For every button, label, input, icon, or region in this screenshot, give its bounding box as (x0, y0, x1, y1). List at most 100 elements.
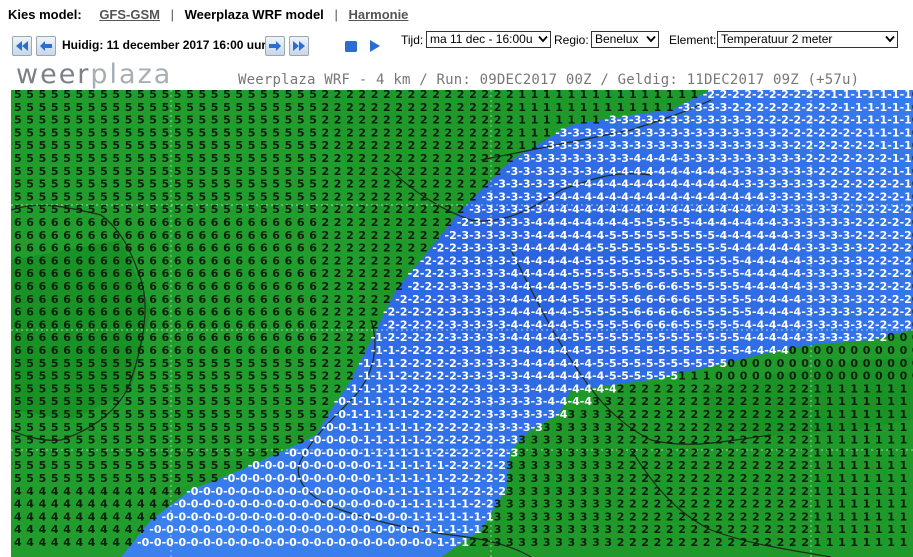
model-link-weerplaza-wrf[interactable]: Weerplaza WRF model (185, 7, 324, 22)
temperature-value: 0 (887, 344, 895, 357)
temperature-value: 5 (211, 357, 219, 370)
temperature-value: 6 (137, 293, 145, 306)
element-select[interactable]: Temperatuur 2 meter (717, 31, 898, 48)
temperature-value: 2 (358, 114, 366, 127)
temperature-value: 5 (285, 90, 293, 101)
temperature-value: 1 (543, 101, 551, 114)
temperature-value: 1 (875, 446, 883, 459)
next-frame-button[interactable] (265, 36, 285, 56)
temperature-value: -3 (445, 331, 457, 344)
temperature-value: 5 (272, 395, 280, 408)
temperature-value: 2 (740, 459, 748, 472)
temperature-value: 2 (395, 280, 403, 293)
temperature-value: -0 (358, 459, 371, 472)
play-button[interactable] (366, 38, 382, 54)
temperature-value: 5 (211, 370, 219, 383)
temperature-value: 5 (235, 434, 243, 447)
temperature-value: -1 (900, 101, 912, 114)
temperature-value: 5 (14, 101, 22, 114)
temperature-value: 5 (76, 90, 84, 101)
temperature-value: 5 (186, 446, 194, 459)
temperature-value: 2 (617, 472, 625, 485)
first-frame-button[interactable] (12, 36, 32, 56)
temperature-value: 4 (26, 498, 34, 511)
temperature-value: 2 (371, 254, 379, 267)
temperature-value: 5 (285, 434, 293, 447)
temperature-value: -3 (506, 344, 518, 357)
temperature-value: -4 (592, 229, 605, 242)
model-link-gfs-gsm[interactable]: GFS-GSM (99, 7, 160, 22)
stop-button[interactable] (343, 38, 359, 54)
temperature-value: 2 (469, 165, 477, 178)
temperature-value: 4 (88, 485, 96, 498)
temperature-value: 2 (715, 421, 723, 434)
temperature-value: 5 (186, 203, 194, 216)
temperature-value: -3 (506, 395, 518, 408)
temperature-value: 2 (764, 536, 772, 549)
temperature-value: -3 (654, 139, 666, 152)
temperature-value: -0 (322, 536, 335, 549)
temperature-value: 2 (678, 395, 686, 408)
temperature-value: -3 (814, 229, 826, 242)
temperature-value: -3 (481, 280, 493, 293)
temperature-map[interactable]: 5555555555555555555555555222222222222222… (11, 90, 913, 557)
temperature-value: 6 (297, 293, 305, 306)
temperature-value: -2 (432, 344, 444, 357)
time-select[interactable]: ma 11 dec - 16:00u (426, 31, 551, 48)
previous-frame-button[interactable] (36, 36, 56, 56)
temperature-value: 5 (223, 370, 231, 383)
temperature-value: 6 (223, 306, 231, 319)
temperature-value: -2 (887, 280, 899, 293)
temperature-value: 6 (309, 293, 317, 306)
temperature-value: -3 (826, 190, 838, 203)
temperature-value: 5 (248, 408, 256, 421)
temperature-value: -4 (555, 357, 568, 370)
temperature-value: -5 (641, 242, 653, 255)
temperature-value: 4 (149, 498, 157, 511)
temperature-value: 5 (174, 472, 182, 485)
temperature-value: -5 (715, 242, 727, 255)
temperature-value: 3 (506, 485, 514, 498)
temperature-value: 2 (777, 485, 785, 498)
temperature-value: 0 (764, 370, 772, 383)
temperature-value: 2 (469, 190, 477, 203)
temperature-value: 6 (260, 254, 268, 267)
temperature-value: -3 (494, 382, 506, 395)
temperature-value: -4 (678, 203, 691, 216)
temperature-value: 2 (334, 101, 342, 114)
temperature-value: -0 (285, 459, 298, 472)
temperature-value: 5 (260, 101, 268, 114)
temperature-value: -3 (592, 139, 604, 152)
temperature-value: 6 (112, 242, 120, 255)
temperature-value: 5 (51, 459, 59, 472)
temperature-value: 5 (297, 178, 305, 191)
temperature-value: -4 (580, 229, 593, 242)
temperature-value: -4 (740, 267, 753, 280)
element-select-value: Temperatuur 2 meter (721, 32, 832, 46)
temperature-value: 3 (568, 408, 576, 421)
temperature-value: -2 (408, 318, 420, 331)
temperature-value: 2 (457, 101, 465, 114)
region-select[interactable]: Benelux (591, 31, 659, 48)
temperature-value: -0 (383, 498, 396, 511)
temperature-value: 3 (531, 523, 539, 536)
temperature-value: 6 (39, 318, 47, 331)
temperature-value: 6 (39, 216, 47, 229)
last-frame-button[interactable] (289, 36, 309, 56)
temperature-value: -6 (629, 280, 642, 293)
model-link-harmonie[interactable]: Harmonie (348, 7, 408, 22)
temperature-value: 2 (322, 126, 330, 139)
temperature-value: 1 (838, 510, 846, 523)
temperature-value: 3 (531, 459, 539, 472)
temperature-value: -1 (408, 510, 420, 523)
temperature-value: 1 (900, 382, 908, 395)
temperature-value: 6 (88, 229, 96, 242)
temperature-value: 6 (51, 306, 59, 319)
temperature-value: -2 (863, 254, 875, 267)
temperature-value: 2 (358, 293, 366, 306)
temperature-value: -4 (568, 216, 581, 229)
temperature-value: 0 (887, 370, 895, 383)
temperature-value: 2 (358, 229, 366, 242)
temperature-value: 2 (346, 267, 354, 280)
temperature-value: -4 (641, 190, 654, 203)
